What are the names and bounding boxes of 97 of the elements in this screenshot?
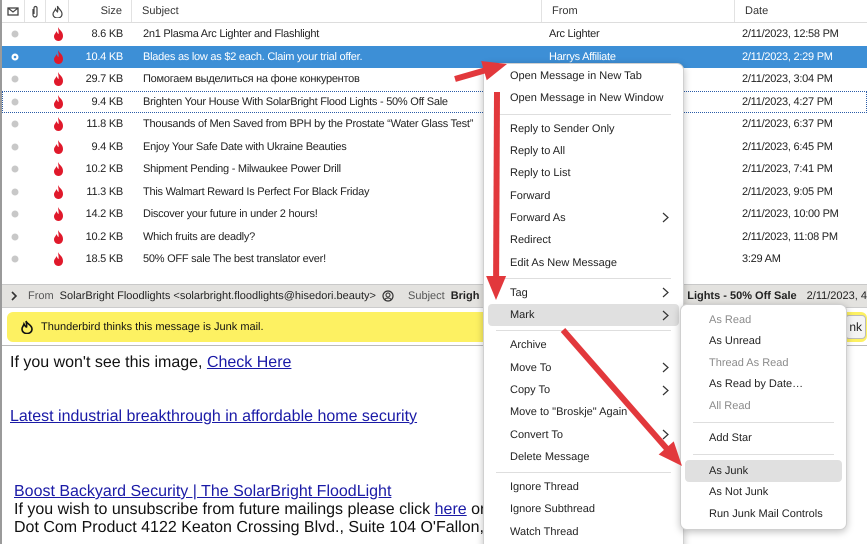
table-cell: 11.8 KB — [86, 118, 123, 130]
table-cell: 2/11/2023, 11:08 PM — [742, 230, 838, 243]
menu-item[interactable]: As Not Junk — [709, 486, 768, 498]
table-cell: 2/11/2023, 10:00 PM — [742, 208, 839, 220]
attachment-icon — [30, 4, 40, 18]
column-header[interactable]: From — [542, 0, 735, 22]
menu-item[interactable]: Redirect — [510, 234, 551, 246]
from-label: From — [28, 290, 54, 302]
menu-item[interactable]: As Junk — [685, 460, 842, 482]
read-dot-icon — [10, 98, 18, 106]
table-cell: Помогаем выделиться на фоне конкурентов — [143, 73, 360, 86]
table-cell: 50% OFF sale The best translator ever! — [143, 253, 326, 266]
link[interactable]: Boost Backyard Security | The SolarBright FloodLight — [14, 483, 392, 500]
menu-item[interactable]: Mark — [488, 304, 679, 326]
junk-message: Thunderbird thinks this message is Junk mail. — [41, 321, 264, 333]
contact-icon — [382, 290, 394, 302]
menu-item[interactable]: Tag — [510, 286, 528, 299]
table-cell: 14.2 KB — [86, 208, 123, 220]
menu-item[interactable]: Archive — [510, 339, 547, 352]
read-dot-icon — [10, 52, 18, 61]
menu-item[interactable]: Open Message in New Tab — [510, 70, 642, 82]
table-cell: Arc Lighter — [549, 28, 600, 40]
table-cell: 3:29 AM — [742, 253, 781, 266]
table-cell: 29.7 KB — [86, 73, 123, 86]
menu-item[interactable]: Ignore Subthread — [510, 503, 596, 516]
subject-text: Brigh — [450, 290, 480, 302]
read-dot-icon — [10, 210, 18, 218]
menu-item[interactable]: As Read by Date… — [709, 378, 804, 390]
menu-item[interactable]: Move to "Broskje" Again — [510, 406, 628, 418]
table-cell: 11.3 KB — [86, 186, 123, 198]
table-cell: 2/11/2023, 3:04 PM — [742, 73, 833, 86]
table-cell: 8.6 KB — [91, 28, 123, 40]
menu-item[interactable]: Ignore Thread — [510, 481, 579, 494]
table-cell: 2/11/2023, 2:29 PM — [742, 50, 833, 63]
table-cell: Harrys Affiliate — [549, 50, 616, 63]
junk-status-icon — [52, 4, 62, 18]
table-cell: 2/11/2023, 12:58 PM — [742, 28, 839, 40]
column-header[interactable]: Subject — [132, 0, 542, 22]
table-cell: Discover your future in under 2 hours! — [143, 208, 318, 220]
link[interactable]: Check Here — [206, 354, 292, 371]
read-dot-icon — [10, 75, 18, 84]
menu-item[interactable]: Forward As — [510, 212, 566, 224]
menu-item[interactable]: Watch Thread — [510, 526, 578, 538]
table-cell: 2/11/2023, 9:05 PM — [742, 186, 833, 198]
column-header[interactable]: Size — [69, 0, 132, 22]
table-cell: 18.5 KB — [86, 253, 123, 266]
flame-icon — [21, 320, 33, 334]
arrow — [454, 61, 507, 82]
table-cell: 10.2 KB — [86, 230, 123, 243]
link[interactable]: Latest industrial breakthrough in affordable home security — [10, 408, 418, 425]
menu-item[interactable]: Edit As New Message — [510, 256, 617, 269]
column-header[interactable]: Date — [735, 0, 867, 22]
table-cell: 9.4 KB — [91, 140, 123, 153]
read-dot-icon — [10, 232, 18, 241]
menu-item[interactable]: Add Star — [709, 432, 752, 444]
menu-item[interactable]: Run Junk Mail Controls — [709, 508, 823, 520]
table-cell: 2/11/2023, 6:45 PM — [742, 140, 833, 153]
menu-item[interactable]: Copy To — [510, 384, 550, 396]
menu-item[interactable]: Open Message in New Window — [510, 92, 664, 104]
sender-address: SolarBright Floodlights <solarbright.floodlights@hisedori.beauty> — [60, 290, 376, 302]
menu-item[interactable]: Reply to Sender Only — [510, 122, 615, 135]
menu-item[interactable]: Forward — [510, 190, 550, 202]
table-cell: 2n1 Plasma Arc Lighter and Flashlight — [143, 28, 320, 40]
table-cell: This Walmart Reward Is Perfect For Black Friday — [143, 186, 370, 198]
table-cell: 9.4 KB — [91, 96, 123, 108]
read-dot-icon — [10, 188, 18, 196]
table-cell: 10.2 KB — [86, 163, 123, 176]
read-dot-icon — [10, 120, 18, 128]
read-dot-icon — [10, 165, 18, 174]
menu-item[interactable]: As Unread — [709, 335, 761, 348]
not-junk-button[interactable]: nk — [845, 315, 866, 339]
body-text: Dot Com Product 4122 Keaton Crossing Blvd., Suite 104 O'Fallon, — [14, 519, 484, 537]
menu-item[interactable]: Convert To — [510, 428, 563, 441]
body-text: If you won't see this image, Check Here — [10, 354, 292, 372]
table-cell: Thousands of Men Saved from BPH by the Prostate “Water Glass Test” — [143, 118, 474, 130]
table-cell: Shipment Pending - Milwaukee Power Drill — [143, 163, 341, 176]
menu-item[interactable]: Reply to All — [510, 145, 566, 158]
link[interactable]: here — [434, 501, 467, 518]
subject-label: Subject — [408, 290, 445, 302]
table-cell: Enjoy Your Safe Date with Ukraine Beauties — [143, 140, 347, 153]
menu-item[interactable]: Move To — [510, 362, 552, 374]
table-cell: 10.4 KB — [86, 50, 123, 63]
read-dot-icon — [10, 30, 18, 38]
read-dot-icon — [10, 142, 18, 151]
table-cell: 2/11/2023, 4:27 PM — [742, 96, 833, 108]
menu-item[interactable]: Delete Message — [510, 450, 590, 463]
table-cell: 2/11/2023, 7:41 PM — [742, 163, 833, 176]
read-status-icon — [7, 5, 19, 17]
subject-text: Lights - 50% Off Sale — [687, 290, 797, 302]
chevron-right-icon — [10, 291, 18, 301]
table-cell: Which fruits are deadly? — [143, 230, 255, 243]
table-cell: 2/11/2023, 6:37 PM — [742, 118, 833, 130]
message-date: 2/11/2023, 4 — [806, 290, 867, 302]
read-dot-icon — [10, 255, 18, 264]
menu-item[interactable]: Reply to List — [510, 167, 571, 180]
table-cell: Brighten Your House With SolarBright Flood Lights - 50% Off Sale — [143, 96, 448, 108]
table-cell: Blades as low as $2 each. Claim your trial offer. — [143, 50, 362, 63]
